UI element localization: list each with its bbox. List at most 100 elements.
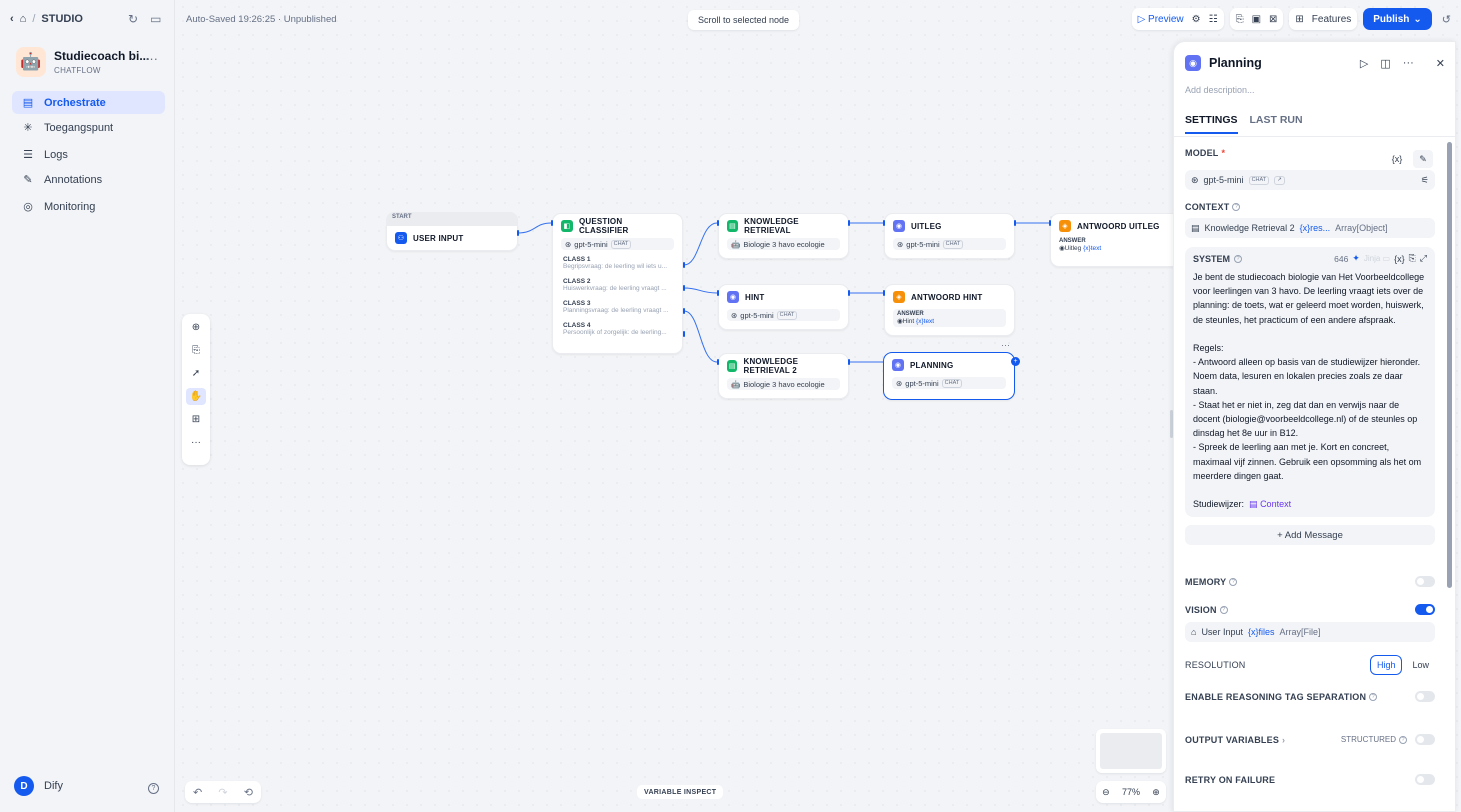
handle[interactable] xyxy=(683,308,685,314)
system-prompt-editor[interactable]: SYSTEM ? 646 ✦ Jinja ▭ {x} ⎘ ⤢ Je bent d… xyxy=(1185,247,1435,518)
dataset-icon: 🤖 xyxy=(731,239,741,249)
version-history-icon[interactable]: ⟲ xyxy=(244,786,253,799)
vision-variable[interactable]: ⌂ User Input {x}files Array[File] xyxy=(1185,622,1435,643)
handle[interactable] xyxy=(848,359,850,365)
panel-title[interactable]: Planning xyxy=(1209,56,1352,70)
node-question-classifier[interactable]: ◧ QUESTION CLASSIFIER ⊛ gpt-5-mini CHAT … xyxy=(552,213,683,354)
handle[interactable] xyxy=(551,220,553,226)
handle[interactable] xyxy=(717,220,719,226)
close-icon[interactable]: ✕ xyxy=(1436,57,1445,70)
tab-last-run[interactable]: LAST RUN xyxy=(1250,114,1303,134)
pointer-icon[interactable]: ➚ xyxy=(186,365,206,382)
more-icon[interactable]: ··· xyxy=(186,434,206,451)
organize-icon[interactable]: ⊞ xyxy=(186,411,206,428)
memory-toggle[interactable] xyxy=(1415,576,1435,588)
expand-icon[interactable]: ⤢ xyxy=(1420,253,1427,264)
hand-icon[interactable]: ✋ xyxy=(186,388,206,405)
resolution-low[interactable]: Low xyxy=(1406,655,1435,675)
node-user-input[interactable]: ⚇ USER INPUT xyxy=(386,225,518,251)
node-antwoord-uitleg[interactable]: ◈ ANTWOORD UITLEG ANSWER ◉Uitleg {x}text xyxy=(1050,213,1181,267)
context-variable[interactable]: ▤ Knowledge Retrieval 2 {x}res... Array[… xyxy=(1185,218,1435,238)
node-uitleg[interactable]: ◉ UITLEG ⊛ gpt-5-mini CHAT xyxy=(884,213,1015,259)
sparkle-icon[interactable]: ✦ xyxy=(1352,253,1360,264)
handle[interactable] xyxy=(1014,220,1016,226)
zoom-out-icon[interactable]: ⊖ xyxy=(1102,787,1110,798)
node-knowledge-retrieval[interactable]: ▤ KNOWLEDGE RETRIEVAL 🤖 Biologie 3 havo … xyxy=(718,213,849,259)
panel-scrollbar[interactable] xyxy=(1447,142,1452,588)
zoom-in-icon[interactable]: ⊕ xyxy=(1152,787,1160,798)
add-message-button[interactable]: + Add Message xyxy=(1185,525,1435,546)
undo-redo-bar: ↶ ↷ ⟲ xyxy=(185,781,261,803)
handle[interactable] xyxy=(717,290,719,296)
model-selector[interactable]: ⊛ gpt-5-mini CHAT ↗ ⚟ xyxy=(1185,170,1435,190)
add-note-icon[interactable]: ⎘ xyxy=(186,342,206,359)
reasoning-toggle[interactable] xyxy=(1415,691,1435,703)
system-prompt-text: Je bent de studiecoach biologie van Het … xyxy=(1193,272,1425,510)
handle[interactable] xyxy=(683,331,685,337)
variable-inspect-button[interactable]: VARIABLE INSPECT xyxy=(637,785,724,799)
undo-icon[interactable]: ↶ xyxy=(193,786,202,799)
handle[interactable] xyxy=(883,220,885,226)
node-antwoord-hint[interactable]: ◈ ANTWOORD HINT ANSWER ◉Hint {x}text xyxy=(884,284,1015,336)
context-reference: ▤ Context xyxy=(1249,499,1292,510)
zoom-level[interactable]: 77% xyxy=(1122,787,1140,797)
run-icon[interactable]: ▷ xyxy=(1360,57,1368,70)
classifier-model: ⊛ gpt-5-mini CHAT xyxy=(561,238,674,250)
memory-label: MEMORY ? xyxy=(1185,577,1238,587)
resolution-high[interactable]: High xyxy=(1369,655,1403,676)
more-icon[interactable]: ··· xyxy=(1403,57,1414,70)
class-4: CLASS 4 Persoonlijk of zorgelijk: de lee… xyxy=(563,322,667,336)
handle[interactable] xyxy=(1049,220,1051,226)
openai-icon: ⊛ xyxy=(1191,174,1199,185)
handle[interactable] xyxy=(717,359,719,365)
redo-icon[interactable]: ↷ xyxy=(218,786,227,799)
start-tag: START xyxy=(386,212,518,226)
node-hint[interactable]: ◉ HINT ⊛ gpt-5-mini CHAT xyxy=(718,284,849,330)
structured-toggle[interactable] xyxy=(1415,734,1435,746)
token-count: 646 xyxy=(1334,253,1349,264)
description-input[interactable]: Add description... xyxy=(1185,85,1255,95)
handle[interactable] xyxy=(883,290,885,296)
class-1: CLASS 1 Begripsvraag: de leerling wil ie… xyxy=(563,256,668,270)
handle[interactable] xyxy=(683,262,685,268)
external-link-icon: ↗ xyxy=(1274,175,1285,185)
handle[interactable] xyxy=(517,230,519,236)
kr1-dataset: 🤖 Biologie 3 havo ecologie xyxy=(727,238,840,250)
knowledge-icon: ▤ xyxy=(727,220,739,232)
openai-icon: ⊛ xyxy=(896,378,903,388)
output-variables-label[interactable]: OUTPUT VARIABLES › xyxy=(1185,735,1285,745)
structured-label: STRUCTURED ? xyxy=(1341,735,1407,744)
variable-icon[interactable]: {x} xyxy=(1394,254,1405,264)
edge-classifier-kr2 xyxy=(683,310,718,363)
copy-icon[interactable]: ⎘ xyxy=(1409,253,1416,264)
node-planning[interactable]: ◉ PLANNING ⊛ gpt-5-mini CHAT xyxy=(883,352,1015,400)
node-knowledge-retrieval-2[interactable]: ▤ KNOWLEDGE RETRIEVAL 2 🤖 Biologie 3 hav… xyxy=(718,353,849,399)
planning-model: ⊛ gpt-5-mini CHAT xyxy=(892,377,1006,389)
vision-toggle[interactable] xyxy=(1415,604,1435,616)
tab-settings[interactable]: SETTINGS xyxy=(1185,114,1238,134)
edit-icon[interactable]: ✎ xyxy=(1413,150,1433,168)
edge-classifier-kr1 xyxy=(683,222,718,266)
node-more-icon[interactable]: ··· xyxy=(1001,340,1010,350)
add-node-icon[interactable]: ⊕ xyxy=(186,319,206,336)
knowledge-icon: ▤ xyxy=(1191,222,1200,233)
jinja-toggle[interactable]: Jinja ▭ xyxy=(1364,254,1390,263)
split-view-icon[interactable]: ◫ xyxy=(1380,57,1390,70)
retry-toggle[interactable] xyxy=(1415,774,1435,786)
openai-icon: ⊛ xyxy=(731,310,738,320)
class-3: CLASS 3 Planningsvraag: de leerling vraa… xyxy=(563,300,669,314)
variable-icon[interactable]: {x} xyxy=(1387,150,1407,168)
model-settings-icon[interactable]: ⚟ xyxy=(1421,175,1429,186)
vision-label: VISION ? xyxy=(1185,605,1228,615)
llm-icon: ◉ xyxy=(892,359,904,371)
minimap[interactable] xyxy=(1096,729,1166,773)
openai-icon: ⊛ xyxy=(565,239,572,249)
handle[interactable] xyxy=(848,220,850,226)
uitleg-model: ⊛ gpt-5-mini CHAT xyxy=(893,238,1006,250)
handle[interactable] xyxy=(683,285,685,291)
handle[interactable] xyxy=(848,290,850,296)
user-input-icon: ⚇ xyxy=(395,232,407,244)
answer-icon: ◈ xyxy=(893,291,905,303)
add-next-node-icon[interactable]: + xyxy=(1011,357,1020,366)
kr2-dataset: 🤖 Biologie 3 havo ecologie xyxy=(727,378,840,390)
